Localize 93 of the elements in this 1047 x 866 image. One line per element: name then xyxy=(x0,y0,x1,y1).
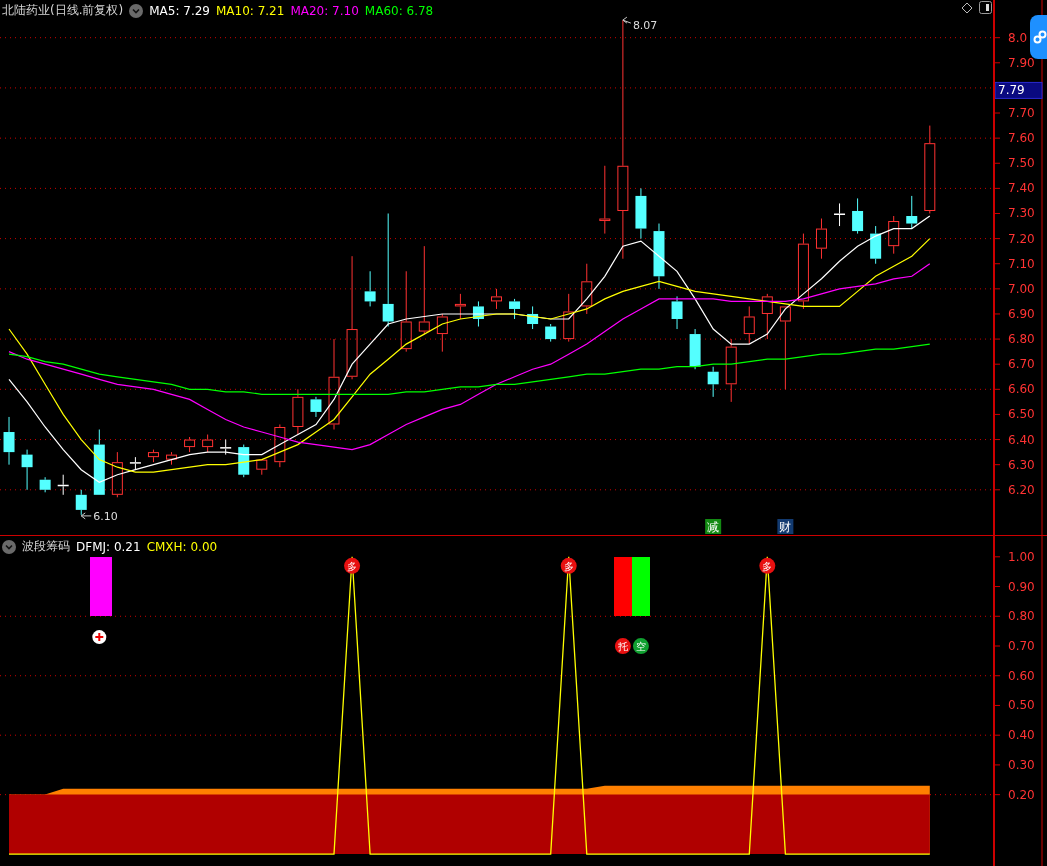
signal-badge: 多 xyxy=(759,557,776,574)
candlestick xyxy=(689,328,701,370)
axis-label: 7.20 xyxy=(1008,231,1035,246)
candlestick xyxy=(93,429,105,496)
indicator-title: 波段筹码 xyxy=(22,538,70,555)
axis-label: 8.0 xyxy=(1008,30,1028,45)
event-tag[interactable]: 财 xyxy=(777,519,794,534)
axis-label: 6.90 xyxy=(1008,306,1035,321)
axis-label: 0.40 xyxy=(1008,728,1035,743)
candlestick xyxy=(310,396,322,418)
axis-label: 6.40 xyxy=(1008,432,1035,447)
link-icon xyxy=(1033,30,1047,44)
axis-label: 6.60 xyxy=(1008,382,1035,397)
candlestick xyxy=(653,223,665,290)
candlestick xyxy=(888,215,900,255)
axis-label: 7.90 xyxy=(1008,55,1035,70)
candlestick xyxy=(292,388,304,436)
axis-label: 0.90 xyxy=(1008,579,1035,594)
candlestick xyxy=(454,293,466,320)
candlestick xyxy=(57,474,69,496)
signal-badge: 托 xyxy=(614,638,631,655)
axis-label: 7.70 xyxy=(1008,106,1035,121)
candlestick xyxy=(707,366,719,398)
candlestick xyxy=(129,456,141,471)
signal-badge: 空 xyxy=(632,638,649,655)
signal-badge: 多 xyxy=(560,557,577,574)
legend-value: DFMJ: 0.21 xyxy=(76,539,141,554)
candlestick xyxy=(870,225,882,265)
collapse-icon[interactable] xyxy=(2,539,16,554)
current-price-tag: 7.79 xyxy=(995,81,1043,99)
event-tag[interactable]: 减 xyxy=(705,519,722,534)
legend-value: MA10: 7.21 xyxy=(215,3,285,18)
axis-label: 6.50 xyxy=(1008,407,1035,422)
panel-toggle-icon[interactable] xyxy=(979,1,992,14)
diamond-icon[interactable] xyxy=(961,2,973,14)
collapse-icon[interactable] xyxy=(129,3,144,18)
axis-label: 6.80 xyxy=(1008,332,1035,347)
axis-label: 0.70 xyxy=(1008,639,1035,653)
candlestick xyxy=(906,195,918,230)
candlestick xyxy=(599,165,611,235)
candlestick xyxy=(111,451,123,498)
candlestick xyxy=(364,270,376,307)
candlestick xyxy=(147,449,159,463)
candlestick xyxy=(3,416,15,466)
candlestick xyxy=(743,305,755,345)
legend-value: MA5: 7.29 xyxy=(149,3,210,18)
candlestick xyxy=(274,424,286,468)
candlestick xyxy=(436,313,448,353)
plus-icon xyxy=(92,630,107,645)
axis-label: 0.80 xyxy=(1008,609,1035,624)
axis-label: 6.70 xyxy=(1008,357,1035,372)
signal-badge: 多 xyxy=(344,557,361,574)
candlestick xyxy=(220,439,232,456)
candlestick xyxy=(491,288,502,310)
legend-value: CMXH: 0.00 xyxy=(146,539,218,554)
candlestick xyxy=(184,436,196,453)
axis-label: 0.50 xyxy=(1008,698,1035,713)
candlestick xyxy=(545,323,557,343)
axis-label: 7.60 xyxy=(1008,131,1035,146)
candlestick xyxy=(75,489,87,516)
axis-label: 6.20 xyxy=(1008,482,1035,497)
axis-label: 1.00 xyxy=(1008,549,1035,564)
legend-value: MA20: 7.10 xyxy=(290,3,359,18)
legend-value: MA60: 6.78 xyxy=(364,3,434,18)
axis-label: 7.30 xyxy=(1008,206,1035,221)
candlestick xyxy=(852,197,864,235)
axis-label: 0.60 xyxy=(1008,668,1035,683)
candlestick xyxy=(671,295,683,330)
candlestick xyxy=(761,293,773,340)
axis-label: 7.50 xyxy=(1008,156,1035,171)
candlestick xyxy=(472,300,484,328)
candlestick xyxy=(238,444,250,478)
candlestick xyxy=(39,476,51,493)
candlestick xyxy=(166,451,177,466)
candlestick xyxy=(256,459,268,476)
candlestick xyxy=(527,305,539,330)
candlestick xyxy=(509,298,521,320)
axis-label: 0.30 xyxy=(1008,757,1035,772)
candlestick xyxy=(563,293,575,343)
axis-label: 0.20 xyxy=(1008,787,1035,802)
axis-label: 7.40 xyxy=(1008,181,1035,196)
candlestick xyxy=(202,434,214,453)
link-button[interactable] xyxy=(1030,15,1047,59)
axis-label: 6.30 xyxy=(1008,457,1035,472)
candlestick xyxy=(581,263,593,315)
axis-label: 7.00 xyxy=(1008,281,1035,296)
candlestick xyxy=(816,218,827,260)
candlestick xyxy=(725,338,737,403)
chart-title: 北陆药业(日线.前复权) xyxy=(2,2,124,19)
candlestick xyxy=(834,202,846,227)
candlestick xyxy=(635,187,647,240)
axis-label: 7.10 xyxy=(1008,256,1035,271)
candlestick xyxy=(21,449,33,491)
